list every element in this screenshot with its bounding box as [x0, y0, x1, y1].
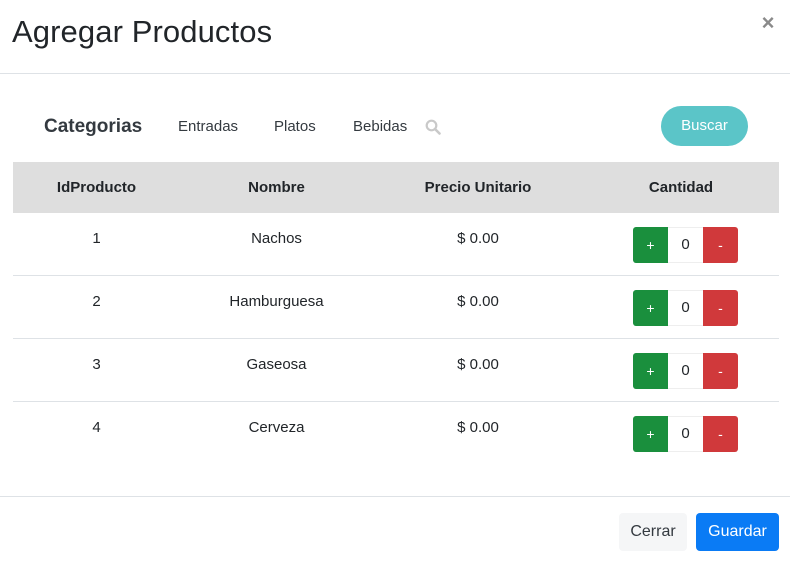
quantity-value[interactable]: 0 — [668, 290, 703, 326]
decrement-button[interactable]: - — [703, 290, 738, 326]
quantity-value[interactable]: 0 — [668, 416, 703, 452]
table-row: 3 Gaseosa $ 0.00 + 0 - — [13, 339, 779, 402]
quantity-stepper: + 0 - — [633, 416, 738, 452]
search-icon[interactable] — [425, 119, 441, 135]
cell-name: Hamburguesa — [229, 293, 324, 310]
search-button[interactable]: Buscar — [661, 106, 748, 146]
quantity-stepper: + 0 - — [633, 353, 738, 389]
category-toolbar: Categorias Entradas Platos Bebidas Busca… — [0, 105, 790, 147]
quantity-stepper: + 0 - — [633, 227, 738, 263]
modal-footer: Cerrar Guardar — [0, 496, 790, 562]
increment-button[interactable]: + — [633, 416, 668, 452]
cell-id: 4 — [92, 419, 101, 436]
categories-title: Categorias — [44, 116, 143, 137]
decrement-button[interactable]: - — [703, 227, 738, 263]
cell-id: 2 — [92, 293, 101, 310]
increment-button[interactable]: + — [633, 227, 668, 263]
category-platos[interactable]: Platos — [274, 118, 316, 135]
save-button[interactable]: Guardar — [696, 513, 779, 551]
cell-name: Nachos — [251, 230, 302, 247]
table-row: 2 Hamburguesa $ 0.00 + 0 - — [13, 276, 779, 339]
cell-id: 3 — [92, 356, 101, 373]
increment-button[interactable]: + — [633, 290, 668, 326]
table-row: 1 Nachos $ 0.00 + 0 - — [13, 213, 779, 276]
cell-quantity: + 0 - — [583, 402, 779, 465]
header-precio: Precio Unitario — [424, 179, 532, 196]
cell-price: $ 0.00 — [457, 419, 499, 436]
table-header: IdProducto Nombre Precio Unitario Cantid… — [13, 162, 779, 213]
table-row: 4 Cerveza $ 0.00 + 0 - — [13, 402, 779, 465]
decrement-button[interactable]: - — [703, 416, 738, 452]
products-table: IdProducto Nombre Precio Unitario Cantid… — [13, 162, 779, 465]
quantity-stepper: + 0 - — [633, 290, 738, 326]
quantity-value[interactable]: 0 — [668, 353, 703, 389]
cell-id: 1 — [92, 230, 101, 247]
cell-quantity: + 0 - — [583, 339, 779, 401]
cell-quantity: + 0 - — [583, 276, 779, 338]
cell-price: $ 0.00 — [457, 356, 499, 373]
category-entradas[interactable]: Entradas — [178, 118, 238, 135]
increment-button[interactable]: + — [633, 353, 668, 389]
category-bebidas[interactable]: Bebidas — [353, 118, 407, 135]
decrement-button[interactable]: - — [703, 353, 738, 389]
cell-name: Cerveza — [248, 419, 305, 436]
cell-price: $ 0.00 — [457, 230, 499, 247]
modal-header: Agregar Productos × — [0, 0, 790, 74]
close-modal-button[interactable]: Cerrar — [619, 513, 687, 551]
quantity-value[interactable]: 0 — [668, 227, 703, 263]
header-nombre: Nombre — [248, 179, 305, 196]
header-idproducto: IdProducto — [56, 179, 137, 196]
modal-title: Agregar Productos — [12, 14, 273, 49]
close-button[interactable]: × — [758, 12, 778, 34]
cell-quantity: + 0 - — [583, 213, 779, 275]
cell-price: $ 0.00 — [457, 293, 499, 310]
header-cantidad: Cantidad — [648, 179, 714, 196]
cell-name: Gaseosa — [246, 356, 307, 373]
